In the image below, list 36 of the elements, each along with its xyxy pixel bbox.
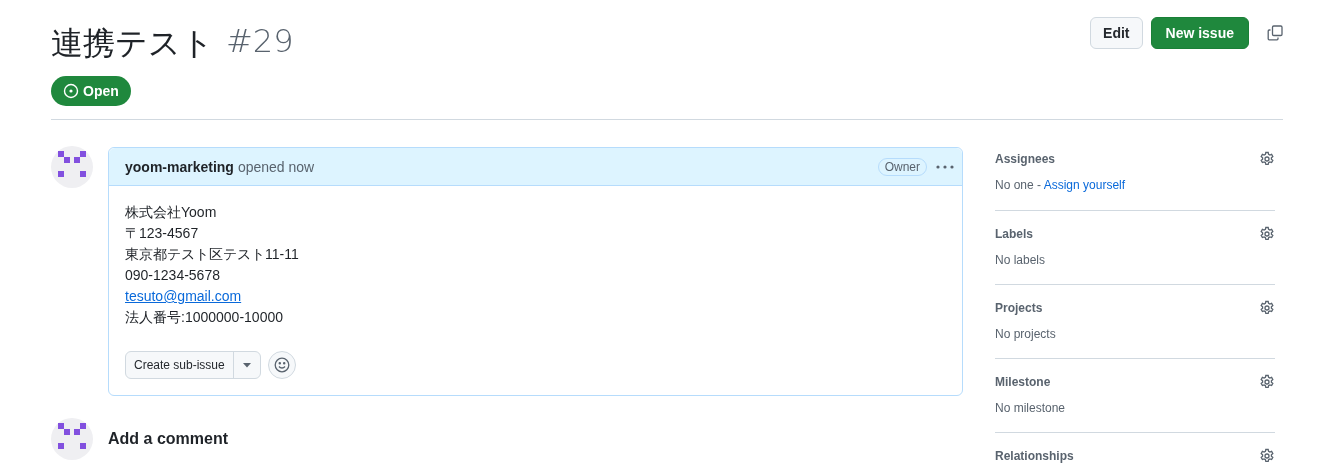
caret-icon[interactable] [242,362,251,368]
settings-icon[interactable] [1259,448,1275,464]
sidebar-value: No labels [995,253,1046,267]
issue-title: 連携テスト [51,23,214,64]
sidebar-value: No one - [995,178,1043,192]
edit-button[interactable]: Edit [1090,17,1143,49]
sidebar-heading[interactable]: Assignees [995,152,1056,166]
settings-icon[interactable] [1259,151,1275,167]
avatar [51,418,93,460]
sidebar-value: No milestone [995,401,1066,415]
sidebar-heading[interactable]: Labels [995,227,1033,241]
avatar [51,146,93,188]
comment-meta: opened now [237,158,316,175]
settings-icon[interactable] [1259,300,1275,316]
sidebar-heading[interactable]: Relationships [995,449,1074,463]
copy-icon[interactable] [1267,25,1283,41]
assign-yourself-link[interactable]: Assign yourself [1043,178,1126,192]
body-text: 法人番号:1000000-10000 [125,308,283,327]
status-badge: Open [51,76,131,106]
settings-icon[interactable] [1259,226,1275,242]
more-options-icon[interactable] [936,164,954,169]
body-text: 〒123-4567 [125,224,199,243]
settings-icon[interactable] [1259,374,1275,390]
add-comment-heading: Add a comment [108,430,228,448]
issue-number: #29 [226,22,294,62]
smiley-icon[interactable] [273,357,290,373]
email-link[interactable]: tesuto@gmail.com [125,286,242,307]
sidebar-heading[interactable]: Projects [995,301,1043,315]
body-text: 090-1234-5678 [125,266,220,285]
body-text: 株式会社Yoom [125,203,217,222]
author-link[interactable]: yoom-marketing [125,158,234,175]
new-issue-button[interactable]: New issue [1150,17,1249,49]
emoji-button[interactable] [267,351,296,379]
body-text: 東京都テスト区テスト11-11 [125,245,299,264]
sidebar-heading[interactable]: Milestone [995,375,1051,389]
sidebar-value: No projects [995,327,1056,341]
